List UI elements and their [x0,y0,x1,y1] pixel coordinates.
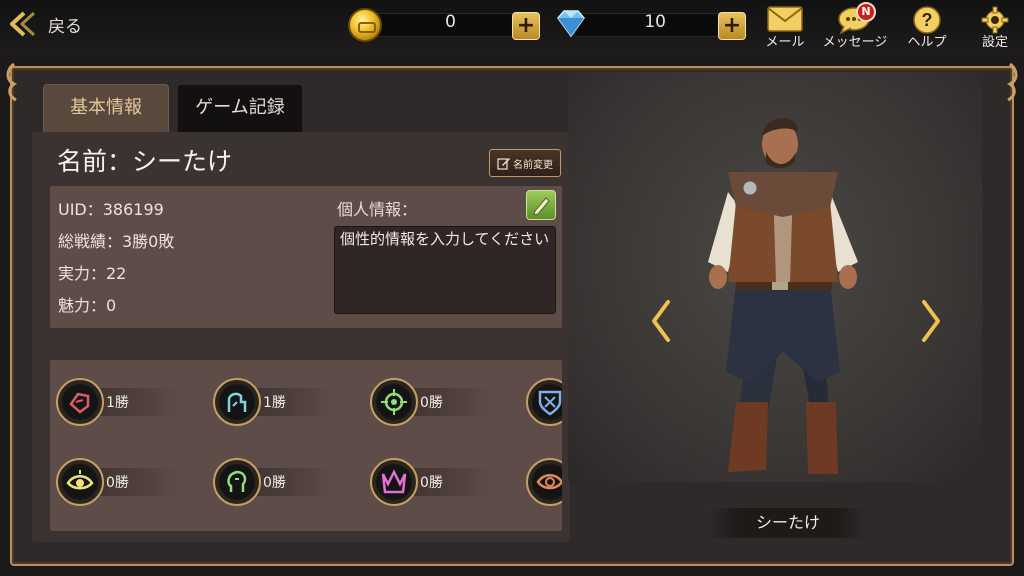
mail-label: メール [765,35,805,50]
achievement-item[interactable]: 1勝 [213,378,363,426]
settings-label: 設定 [981,35,1008,50]
fist-emblem-icon [69,392,90,414]
gold-coin-icon [348,8,382,42]
add-gold-button[interactable]: + [512,12,540,40]
gear-icon [981,6,1009,34]
message-button[interactable]: N メッセージ [820,2,890,52]
ornament-corner-icon [1007,62,1018,102]
healer-emblem-icon [227,392,247,412]
personal-info-label: 個人情報： [337,200,418,219]
help-icon: ? [913,6,941,34]
achievement-item[interactable] [526,458,562,506]
achievement-wins: 1勝 [106,395,129,411]
settings-button[interactable]: 設定 [966,4,1024,52]
power-text: 実力：22 [58,264,127,283]
achievement-item[interactable]: 0勝 [56,458,206,506]
achievement-wins: 0勝 [420,475,443,491]
add-gems-button[interactable]: + [718,12,746,40]
next-character-arrow-icon[interactable] [916,298,946,344]
crosshair-emblem-icon [381,389,407,415]
personal-info-field[interactable]: 個性的情報を入力してください [334,226,556,314]
uid-text: UID：386199 [58,200,164,219]
name-row: 名前：シーたけ 名前変更 [47,140,567,178]
achievement-item[interactable]: 0勝 [370,458,520,506]
message-label: メッセージ [822,35,888,50]
achievement-item[interactable]: 0勝 [370,378,520,426]
character-name-label: シーたけ [708,508,868,538]
edit-personal-info-button[interactable] [526,190,556,220]
crown-emblem-icon [381,469,407,494]
ornament-corner-icon [6,62,17,102]
achievement-wins: 1勝 [263,395,286,411]
record-text: 総戦績：3勝0敗 [58,232,175,251]
help-label: ヘルプ [907,35,947,50]
pencil-icon [497,158,510,170]
shield-emblem-icon [538,390,562,416]
tab-basic-info[interactable]: 基本情報 [43,84,169,132]
back-label: 戻る [48,16,82,37]
player-name: 名前：シーたけ [57,147,233,176]
achievement-item[interactable]: 0勝 [213,458,363,506]
help-button[interactable]: ? ヘルプ [892,4,962,52]
stats-box: UID：386199 総戦績：3勝0敗 実力：22 魅力：0 個人情報： 個性的… [50,186,562,328]
character-model[interactable] [568,72,982,482]
mail-icon [767,6,803,32]
gold-counter: 0 + [348,8,544,42]
diamond-icon [557,10,585,38]
back-arrow-icon [10,11,36,37]
achievement-wins: 0勝 [106,475,129,491]
achievement-item[interactable] [526,378,562,426]
rename-label: 名前変更 [513,159,553,171]
charm-text: 魅力：0 [58,296,117,315]
achievement-item[interactable]: 1勝 [56,378,206,426]
previous-character-arrow-icon[interactable] [646,298,676,344]
achievement-wins: 0勝 [420,395,443,411]
profile-content: 名前：シーたけ 名前変更 UID：386199 総戦績：3勝0敗 実力：22 魅… [32,132,570,542]
gem-counter: 10 + [554,10,750,40]
tab-game-record[interactable]: ゲーム記録 [177,84,303,132]
achievement-grid: 1勝 1勝 0勝 0勝 0勝 0勝 [50,360,562,531]
mail-button[interactable]: メール [750,4,820,52]
message-badge: N [856,2,876,22]
back-button[interactable]: 戻る [8,8,82,40]
edit-pencil-icon [533,197,550,216]
rename-button[interactable]: 名前変更 [489,149,561,177]
top-bar: 戻る 0 + 10 + メール N メッセージ ? ヘルプ 設定 [0,0,1024,56]
achievement-wins: 0勝 [263,475,286,491]
eye-emblem-icon [66,470,94,490]
svg-text:?: ? [922,10,933,30]
head-emblem-icon [227,470,247,492]
character-viewer [568,72,982,482]
eye-swirl-emblem-icon [536,474,562,490]
